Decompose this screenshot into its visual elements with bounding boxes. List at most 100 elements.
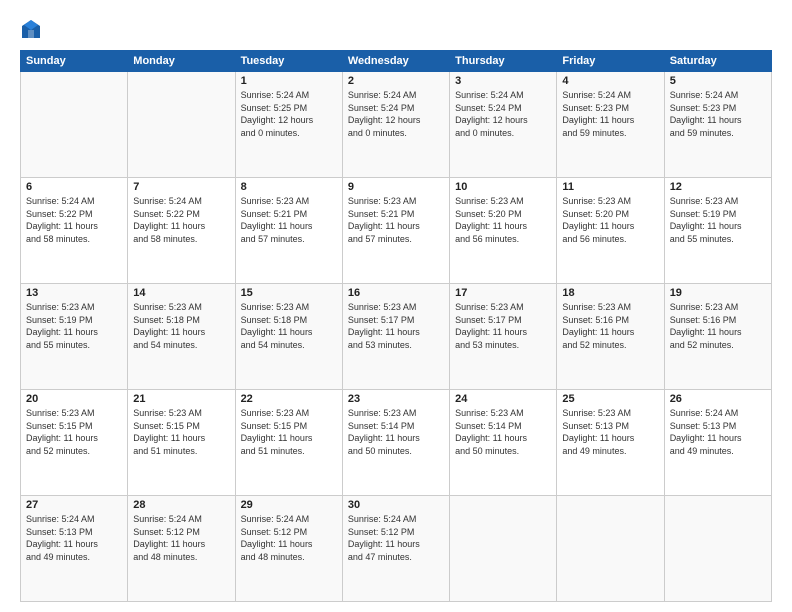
day-number: 26: [670, 393, 766, 405]
day-number: 27: [26, 499, 122, 511]
calendar-cell: 28 Sunrise: 5:24 AM Sunset: 5:12 PM Dayli…: [128, 496, 235, 602]
day-detail: Sunrise: 5:23 AM Sunset: 5:21 PM Dayligh…: [348, 195, 444, 245]
day-detail: Sunrise: 5:23 AM Sunset: 5:20 PM Dayligh…: [455, 195, 551, 245]
calendar-cell: 27 Sunrise: 5:24 AM Sunset: 5:13 PM Dayli…: [21, 496, 128, 602]
calendar-cell: 14 Sunrise: 5:23 AM Sunset: 5:18 PM Dayli…: [128, 284, 235, 390]
calendar-cell: [128, 72, 235, 178]
day-detail: Sunrise: 5:23 AM Sunset: 5:18 PM Dayligh…: [241, 301, 337, 351]
day-number: 11: [562, 181, 658, 193]
calendar-cell: 20Sunrise: 5:23 AM Sunset: 5:15 PM Dayli…: [21, 390, 128, 496]
day-detail: Sunrise: 5:24 AM Sunset: 5:23 PM Dayligh…: [670, 89, 766, 139]
calendar-cell: 3 Sunrise: 5:24 AM Sunset: 5:24 PM Daylig…: [450, 72, 557, 178]
weekday-header-row: SundayMondayTuesdayWednesdayThursdayFrid…: [21, 51, 772, 72]
day-number: 28: [133, 499, 229, 511]
weekday-header-friday: Friday: [557, 51, 664, 72]
day-detail: Sunrise: 5:24 AM Sunset: 5:24 PM Dayligh…: [348, 89, 444, 139]
calendar-cell: 13 Sunrise: 5:23 AM Sunset: 5:19 PM Dayli…: [21, 284, 128, 390]
day-detail: Sunrise: 5:23 AM Sunset: 5:15 PM Dayligh…: [26, 407, 122, 457]
calendar-cell: 17 Sunrise: 5:23 AM Sunset: 5:17 PM Dayli…: [450, 284, 557, 390]
day-number: 7: [133, 181, 229, 193]
calendar-cell: 1 Sunrise: 5:24 AM Sunset: 5:25 PM Daylig…: [235, 72, 342, 178]
day-number: 15: [241, 287, 337, 299]
calendar-cell: 24 Sunrise: 5:23 AM Sunset: 5:14 PM Dayli…: [450, 390, 557, 496]
week-row-4: 27 Sunrise: 5:24 AM Sunset: 5:13 PM Dayli…: [21, 496, 772, 602]
day-number: 6: [26, 181, 122, 193]
day-number: 25: [562, 393, 658, 405]
weekday-header-saturday: Saturday: [664, 51, 771, 72]
logo: [20, 18, 46, 40]
day-number: 8: [241, 181, 337, 193]
calendar-cell: 12Sunrise: 5:23 AM Sunset: 5:19 PM Dayli…: [664, 178, 771, 284]
calendar-cell: 5 Sunrise: 5:24 AM Sunset: 5:23 PM Daylig…: [664, 72, 771, 178]
weekday-header-sunday: Sunday: [21, 51, 128, 72]
day-detail: Sunrise: 5:24 AM Sunset: 5:22 PM Dayligh…: [133, 195, 229, 245]
day-detail: Sunrise: 5:24 AM Sunset: 5:12 PM Dayligh…: [133, 513, 229, 563]
day-detail: Sunrise: 5:24 AM Sunset: 5:22 PM Dayligh…: [26, 195, 122, 245]
calendar-cell: [450, 496, 557, 602]
day-detail: Sunrise: 5:23 AM Sunset: 5:14 PM Dayligh…: [348, 407, 444, 457]
calendar-cell: [557, 496, 664, 602]
day-detail: Sunrise: 5:23 AM Sunset: 5:13 PM Dayligh…: [562, 407, 658, 457]
calendar-cell: 26 Sunrise: 5:24 AM Sunset: 5:13 PM Dayli…: [664, 390, 771, 496]
logo-icon: [20, 18, 42, 40]
weekday-header-thursday: Thursday: [450, 51, 557, 72]
calendar-cell: 16Sunrise: 5:23 AM Sunset: 5:17 PM Dayli…: [342, 284, 449, 390]
week-row-3: 20Sunrise: 5:23 AM Sunset: 5:15 PM Dayli…: [21, 390, 772, 496]
calendar-cell: 22 Sunrise: 5:23 AM Sunset: 5:15 PM Dayli…: [235, 390, 342, 496]
day-number: 5: [670, 75, 766, 87]
day-number: 9: [348, 181, 444, 193]
day-detail: Sunrise: 5:23 AM Sunset: 5:17 PM Dayligh…: [455, 301, 551, 351]
day-number: 10: [455, 181, 551, 193]
calendar-cell: 19Sunrise: 5:23 AM Sunset: 5:16 PM Dayli…: [664, 284, 771, 390]
calendar-cell: 30 Sunrise: 5:24 AM Sunset: 5:12 PM Dayli…: [342, 496, 449, 602]
day-detail: Sunrise: 5:23 AM Sunset: 5:18 PM Dayligh…: [133, 301, 229, 351]
day-detail: Sunrise: 5:23 AM Sunset: 5:19 PM Dayligh…: [26, 301, 122, 351]
calendar-cell: 2 Sunrise: 5:24 AM Sunset: 5:24 PM Daylig…: [342, 72, 449, 178]
day-detail: Sunrise: 5:24 AM Sunset: 5:13 PM Dayligh…: [26, 513, 122, 563]
day-detail: Sunrise: 5:23 AM Sunset: 5:17 PM Dayligh…: [348, 301, 444, 351]
weekday-header-monday: Monday: [128, 51, 235, 72]
calendar-cell: 7 Sunrise: 5:24 AM Sunset: 5:22 PM Daylig…: [128, 178, 235, 284]
day-number: 24: [455, 393, 551, 405]
day-number: 2: [348, 75, 444, 87]
day-number: 1: [241, 75, 337, 87]
calendar-cell: 10 Sunrise: 5:23 AM Sunset: 5:20 PM Dayli…: [450, 178, 557, 284]
calendar-cell: 29 Sunrise: 5:24 AM Sunset: 5:12 PM Dayli…: [235, 496, 342, 602]
day-number: 17: [455, 287, 551, 299]
day-detail: Sunrise: 5:24 AM Sunset: 5:25 PM Dayligh…: [241, 89, 337, 139]
calendar-cell: [664, 496, 771, 602]
day-detail: Sunrise: 5:23 AM Sunset: 5:14 PM Dayligh…: [455, 407, 551, 457]
day-number: 3: [455, 75, 551, 87]
day-detail: Sunrise: 5:23 AM Sunset: 5:20 PM Dayligh…: [562, 195, 658, 245]
day-detail: Sunrise: 5:24 AM Sunset: 5:13 PM Dayligh…: [670, 407, 766, 457]
calendar-cell: 21 Sunrise: 5:23 AM Sunset: 5:15 PM Dayli…: [128, 390, 235, 496]
week-row-1: 6 Sunrise: 5:24 AM Sunset: 5:22 PM Daylig…: [21, 178, 772, 284]
day-detail: Sunrise: 5:24 AM Sunset: 5:23 PM Dayligh…: [562, 89, 658, 139]
day-number: 29: [241, 499, 337, 511]
weekday-header-wednesday: Wednesday: [342, 51, 449, 72]
calendar-cell: [21, 72, 128, 178]
day-detail: Sunrise: 5:23 AM Sunset: 5:16 PM Dayligh…: [670, 301, 766, 351]
calendar-cell: 23 Sunrise: 5:23 AM Sunset: 5:14 PM Dayli…: [342, 390, 449, 496]
calendar-cell: 9 Sunrise: 5:23 AM Sunset: 5:21 PM Daylig…: [342, 178, 449, 284]
day-detail: Sunrise: 5:23 AM Sunset: 5:15 PM Dayligh…: [133, 407, 229, 457]
day-number: 30: [348, 499, 444, 511]
day-number: 14: [133, 287, 229, 299]
day-number: 18: [562, 287, 658, 299]
calendar-cell: 4 Sunrise: 5:24 AM Sunset: 5:23 PM Daylig…: [557, 72, 664, 178]
calendar-cell: 6 Sunrise: 5:24 AM Sunset: 5:22 PM Daylig…: [21, 178, 128, 284]
calendar-cell: 8 Sunrise: 5:23 AM Sunset: 5:21 PM Daylig…: [235, 178, 342, 284]
day-detail: Sunrise: 5:24 AM Sunset: 5:24 PM Dayligh…: [455, 89, 551, 139]
day-number: 21: [133, 393, 229, 405]
calendar-cell: 25 Sunrise: 5:23 AM Sunset: 5:13 PM Dayli…: [557, 390, 664, 496]
day-number: 4: [562, 75, 658, 87]
day-number: 22: [241, 393, 337, 405]
day-detail: Sunrise: 5:23 AM Sunset: 5:21 PM Dayligh…: [241, 195, 337, 245]
calendar-cell: 15 Sunrise: 5:23 AM Sunset: 5:18 PM Dayli…: [235, 284, 342, 390]
day-detail: Sunrise: 5:23 AM Sunset: 5:15 PM Dayligh…: [241, 407, 337, 457]
day-detail: Sunrise: 5:23 AM Sunset: 5:16 PM Dayligh…: [562, 301, 658, 351]
day-number: 23: [348, 393, 444, 405]
day-detail: Sunrise: 5:24 AM Sunset: 5:12 PM Dayligh…: [348, 513, 444, 563]
day-detail: Sunrise: 5:24 AM Sunset: 5:12 PM Dayligh…: [241, 513, 337, 563]
day-number: 13: [26, 287, 122, 299]
